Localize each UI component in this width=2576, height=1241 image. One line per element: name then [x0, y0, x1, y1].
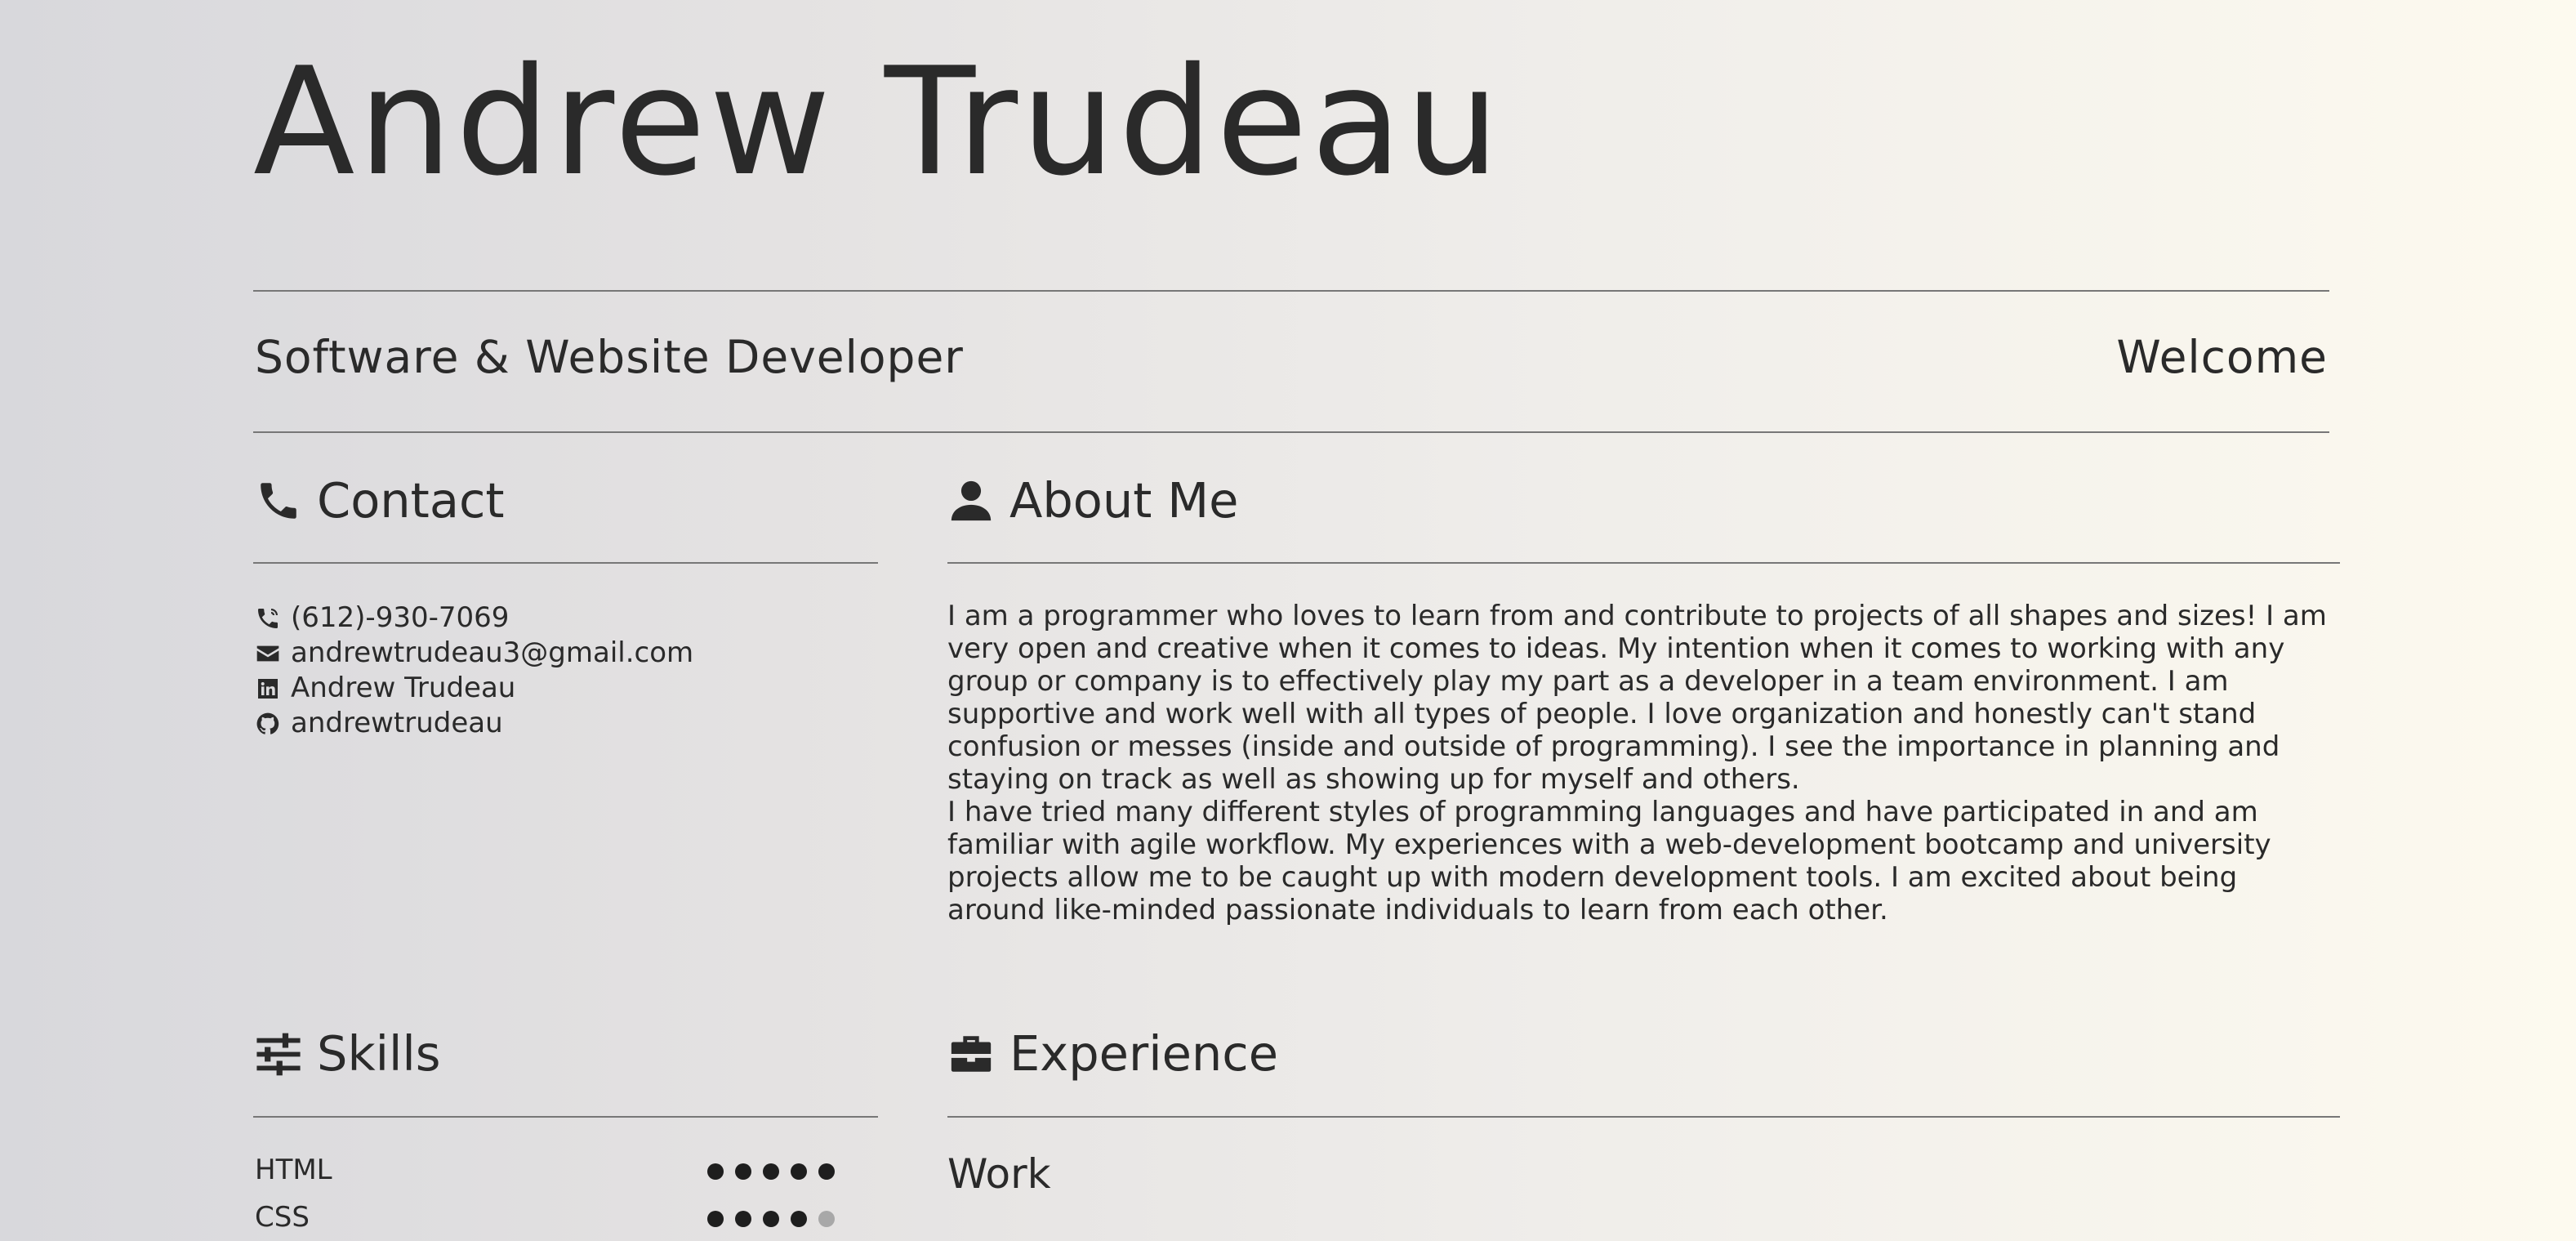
about-paragraph: I have tried many different styles of pr… — [947, 796, 2271, 926]
skill-rating — [707, 1163, 835, 1180]
skill-row: HTML — [255, 1154, 835, 1190]
github-icon — [256, 712, 279, 734]
skill-label: HTML — [255, 1154, 332, 1186]
sliders-icon — [256, 1033, 301, 1075]
contact-email-text[interactable]: andrewtrudeau3@gmail.com — [291, 636, 693, 671]
skill-dot-filled — [818, 1163, 835, 1180]
contact-list: (612)-930-7069 andrewtrudeau3@gmail.com … — [255, 600, 693, 741]
skill-dot-filled — [735, 1163, 751, 1180]
skill-label: CSS — [255, 1201, 310, 1234]
page-title: Andrew Trudeau — [253, 35, 1503, 208]
skill-dot-filled — [707, 1163, 724, 1180]
nav-welcome-link[interactable]: Welcome — [2116, 331, 2328, 383]
contact-heading-label: Contact — [317, 472, 505, 529]
about-divider — [947, 562, 2340, 564]
linkedin-icon — [258, 678, 278, 699]
header-divider-bottom — [253, 431, 2329, 433]
skill-row: CSS — [255, 1201, 835, 1237]
user-icon — [951, 480, 992, 520]
work-subheading: Work — [947, 1150, 1051, 1198]
skill-dot-filled — [763, 1211, 779, 1227]
contact-email: andrewtrudeau3@gmail.com — [255, 636, 693, 671]
about-paragraph: I am a programmer who loves to learn fro… — [947, 600, 2327, 796]
about-heading-label: About Me — [1009, 472, 1239, 529]
phone-icon — [261, 482, 296, 519]
skills-heading-label: Skills — [317, 1025, 441, 1082]
envelope-icon — [256, 645, 279, 661]
skill-dot-filled — [735, 1211, 751, 1227]
experience-heading-label: Experience — [1009, 1025, 1279, 1082]
contact-phone-text[interactable]: (612)-930-7069 — [291, 600, 509, 636]
about-text: I am a programmer who loves to learn fro… — [947, 600, 2336, 926]
header-divider-top — [253, 290, 2329, 292]
job-title: Software & Website Developer — [255, 331, 964, 383]
skill-rating — [707, 1211, 835, 1227]
contact-linkedin-text[interactable]: Andrew Trudeau — [291, 671, 515, 706]
contact-linkedin: Andrew Trudeau — [255, 671, 693, 706]
contact-heading: Contact — [255, 472, 505, 529]
skill-dot-filled — [763, 1163, 779, 1180]
about-heading: About Me — [947, 472, 1238, 529]
briefcase-icon — [951, 1035, 992, 1072]
skills-divider — [253, 1116, 878, 1118]
contact-github: andrewtrudeau — [255, 706, 693, 741]
phone-ring-icon — [258, 608, 278, 628]
contact-divider — [253, 562, 878, 564]
contact-phone: (612)-930-7069 — [255, 600, 693, 636]
experience-heading: Experience — [947, 1025, 1278, 1082]
experience-divider — [947, 1116, 2340, 1118]
skills-heading: Skills — [255, 1025, 441, 1082]
contact-github-text[interactable]: andrewtrudeau — [291, 706, 503, 741]
skill-dot-filled — [707, 1211, 724, 1227]
skill-dot-empty — [818, 1211, 835, 1227]
skill-dot-filled — [791, 1163, 807, 1180]
skill-dot-filled — [791, 1211, 807, 1227]
